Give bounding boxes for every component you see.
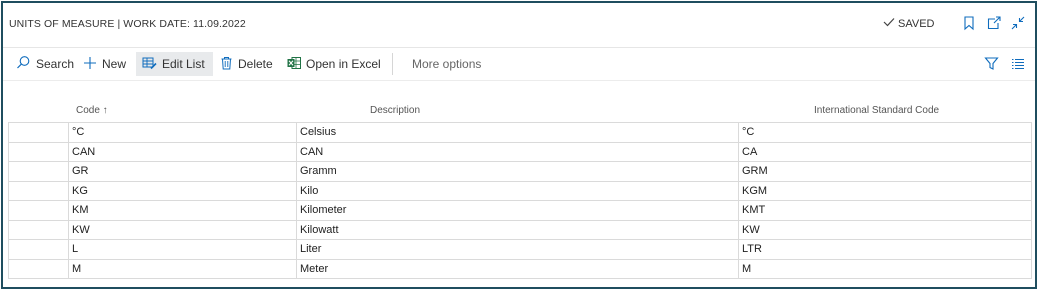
new-label: New: [102, 57, 127, 71]
description-cell[interactable]: Liter: [296, 239, 739, 260]
table-row[interactable]: KM Kilometer KMT: [8, 200, 1032, 221]
edit-list-label: Edit List: [162, 57, 205, 71]
international-code-cell[interactable]: KW: [738, 219, 1032, 240]
code-cell[interactable]: °C: [68, 122, 297, 143]
description-cell[interactable]: Meter: [296, 258, 739, 279]
list-view-icon[interactable]: [1011, 56, 1027, 72]
description-cell[interactable]: Kilometer: [296, 200, 739, 221]
open-in-excel-label: Open in Excel: [306, 57, 381, 71]
units-table: °C Celsius °C CAN CAN CA GR Gramm GRM KG Kilo KGM KM…: [8, 122, 1032, 279]
page-title: UNITS OF MEASURE | WORK DATE: 11.09.2022: [9, 18, 246, 30]
saved-status: SAVED: [883, 17, 934, 30]
edit-list-icon: [142, 56, 157, 73]
search-icon: [16, 55, 31, 73]
code-cell[interactable]: L: [68, 239, 297, 260]
column-header-description[interactable]: Description: [370, 105, 420, 116]
table-row[interactable]: M Meter M: [8, 258, 1032, 279]
open-new-window-icon[interactable]: [986, 15, 1002, 31]
search-label: Search: [36, 57, 75, 71]
column-header-international-standard-code[interactable]: International Standard Code: [814, 105, 939, 116]
excel-icon: [287, 56, 301, 73]
more-options-button[interactable]: More options: [412, 57, 481, 71]
description-cell[interactable]: Gramm: [296, 161, 739, 182]
row-selector[interactable]: [8, 180, 69, 201]
delete-label: Delete: [238, 57, 273, 71]
row-selector[interactable]: [8, 239, 69, 260]
description-cell[interactable]: Celsius: [296, 122, 739, 143]
description-cell[interactable]: CAN: [296, 141, 739, 162]
checkmark-icon: [883, 17, 895, 30]
search-button[interactable]: Search: [16, 52, 74, 76]
description-cell[interactable]: Kilowatt: [296, 219, 739, 240]
action-bar: Search New Edit List Delete Open in Exce…: [3, 48, 1035, 81]
plus-icon: [83, 56, 97, 73]
filter-icon[interactable]: [984, 56, 1000, 72]
saved-label: SAVED: [898, 17, 935, 30]
row-selector[interactable]: [8, 141, 69, 162]
table-row[interactable]: KW Kilowatt KW: [8, 219, 1032, 240]
delete-button[interactable]: Delete: [220, 52, 273, 76]
international-code-cell[interactable]: °C: [738, 122, 1032, 143]
edit-list-button[interactable]: Edit List: [136, 52, 213, 76]
international-code-cell[interactable]: LTR: [738, 239, 1032, 260]
row-selector[interactable]: [8, 122, 69, 143]
column-header-code[interactable]: Code ↑: [76, 105, 108, 116]
new-button[interactable]: New: [83, 52, 126, 76]
column-headers: Code ↑ Description International Standar…: [3, 105, 1035, 119]
row-selector[interactable]: [8, 258, 69, 279]
table-row[interactable]: °C Celsius °C: [8, 122, 1032, 143]
units-of-measure-window: UNITS OF MEASURE | WORK DATE: 11.09.2022…: [1, 1, 1037, 289]
table-row[interactable]: L Liter LTR: [8, 239, 1032, 260]
open-in-excel-button[interactable]: Open in Excel: [287, 52, 381, 76]
row-selector[interactable]: [8, 219, 69, 240]
table-row[interactable]: CAN CAN CA: [8, 141, 1032, 162]
international-code-cell[interactable]: CA: [738, 141, 1032, 162]
code-cell[interactable]: CAN: [68, 141, 297, 162]
code-cell[interactable]: KM: [68, 200, 297, 221]
action-separator: [392, 53, 393, 75]
code-cell[interactable]: KW: [68, 219, 297, 240]
international-code-cell[interactable]: M: [738, 258, 1032, 279]
international-code-cell[interactable]: GRM: [738, 161, 1032, 182]
code-cell[interactable]: M: [68, 258, 297, 279]
bookmark-icon[interactable]: [961, 15, 977, 31]
international-code-cell[interactable]: KMT: [738, 200, 1032, 221]
table-row[interactable]: KG Kilo KGM: [8, 180, 1032, 201]
collapse-icon[interactable]: [1010, 15, 1026, 31]
row-selector[interactable]: [8, 200, 69, 221]
code-cell[interactable]: GR: [68, 161, 297, 182]
trash-icon: [220, 56, 233, 73]
table-row[interactable]: GR Gramm GRM: [8, 161, 1032, 182]
row-selector[interactable]: [8, 161, 69, 182]
international-code-cell[interactable]: KGM: [738, 180, 1032, 201]
description-cell[interactable]: Kilo: [296, 180, 739, 201]
code-cell[interactable]: KG: [68, 180, 297, 201]
title-bar: UNITS OF MEASURE | WORK DATE: 11.09.2022…: [3, 3, 1035, 48]
